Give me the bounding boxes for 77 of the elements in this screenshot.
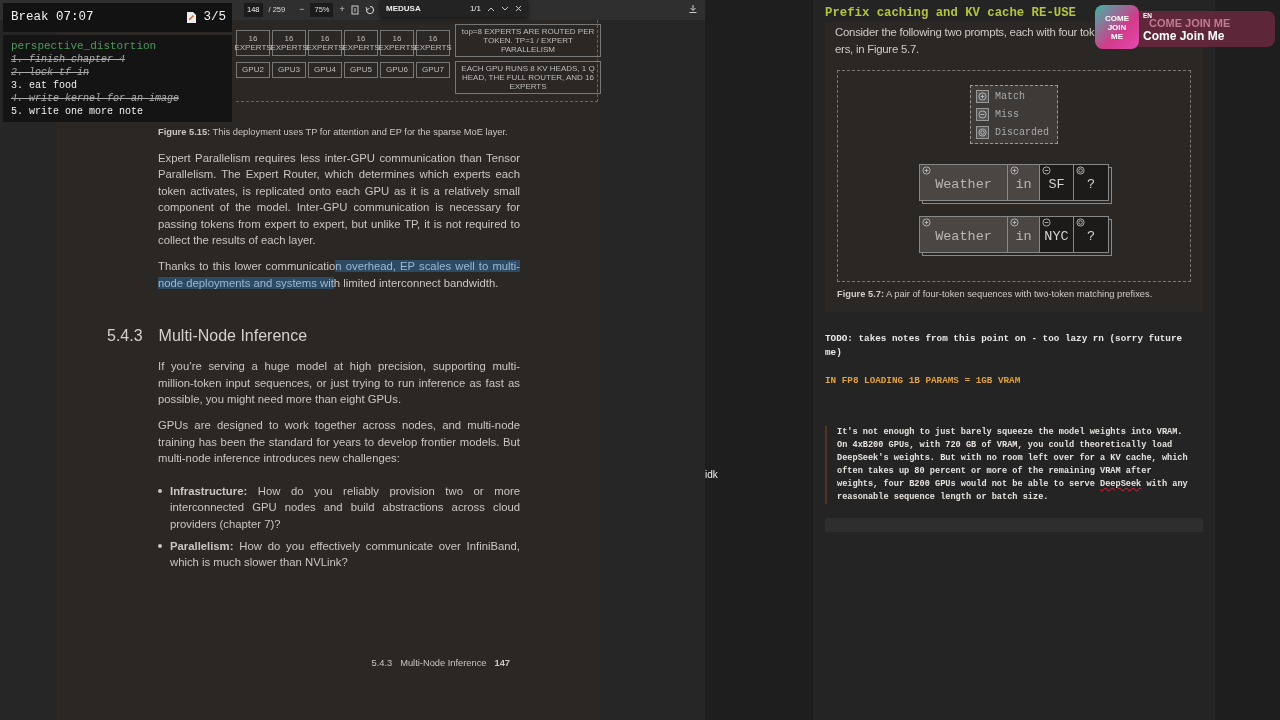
chevron-down-icon[interactable] [501,5,509,12]
quote-text: It's not enough to just barely squeeze the model weights into VRAM. On 4xB200 GPUs, with 720 GB of VRAM, you could theoretically load DeepSeek's weights. But with no room left over for a KV cache, which often takes up 80 percent or more of the remaining VRAM after weights, four B200 GPUs would not be able to serve DeepSeek with any reasonable sequence length or batch size. [825,426,1197,505]
app-icon: COME JOIN ME [1095,5,1139,49]
match-count: 1/1 [469,2,481,15]
double-circle-icon [1076,218,1085,228]
highlighted-note: IN FP8 LOADING 1B PARAMS = 1GB VRAM [825,374,1022,389]
token-text: Weather [935,227,992,246]
token-text: in [1015,175,1032,194]
circle-plus-icon [1010,218,1019,228]
circle-plus-icon [922,166,931,176]
banner-title: Come Join Me [1143,29,1226,43]
circle-plus-icon [1010,166,1019,176]
expert-box: 16 EXPERTS [416,30,450,56]
circle-minus-icon [1042,218,1051,228]
todo-item: 3. eat food [11,79,78,92]
legend-label: Miss [995,108,1019,123]
expert-box: 16 EXPERTS [308,30,342,56]
gpu-box: GPU2 [236,62,270,78]
token-text: in [1015,227,1032,246]
legend-label: Discarded [995,126,1049,141]
figure-caption: Figure 5.15: This deployment uses TP for attention and EP for the sparse MoE layer. [158,126,509,138]
banner-background-text: COME JOIN ME [1149,18,1232,29]
circle-minus-icon [1042,166,1051,176]
gpu-box: GPU4 [308,62,342,78]
double-circle-icon [1076,166,1085,176]
notes-heading: Prefix caching and KV cache RE-USE [825,5,1076,22]
document-icon [186,11,198,24]
todo-item: 5. write one more note [11,105,145,118]
close-icon[interactable] [515,5,522,12]
section-title: Multi-Node Inference [158,326,308,347]
body-paragraph: Thanks to this lower communication overhead, EP scales well to multi-node deployments and systems with limited interconnect bandwidth. [158,259,520,291]
timer-label: Break 07:07 [11,9,94,27]
section-number: 5.4.3 [107,326,143,347]
body-paragraph: Expert Parallelism requires less inter-GPU communication than Tensor Parallelism. The Expert Router, which determines which experts each token activates, is replicated onto each GPU as it is a relatively small component of the model. Inter-GPU communication is necessary for passing tokens from expert to expert, but unlike TP, it is not required to collect the results of each layer. [158,151,520,249]
fit-page-icon[interactable] [350,5,359,15]
gpu-box: GPU7 [416,62,450,78]
token-text: ? [1086,175,1096,194]
token-text: ? [1086,227,1096,246]
gpu-box: GPU6 [380,62,414,78]
excerpt-text: ers, in Figure 5.7. [835,42,919,58]
search-query[interactable]: MEDUSA [386,2,421,15]
legend-label: Match [995,90,1025,105]
body-paragraph: GPUs are designed to work together across nodes, and multi-node training has been the standard for years to develop frontier models. But multi-node inference introduces new challenges: [158,418,520,467]
note-text: TODO: takes notes from this point on - too lazy rn (sorry future me) [825,332,1184,361]
bullet-text: Infrastructure: How do you reliably provision two or more interconnected GPU nodes and build abstractions across cloud providers (chapter 7)? [170,483,520,532]
bullet-text: Parallelism: How do you effectively communicate over InfiniBand, which is much slower than NVLink? [170,538,520,571]
token-text: Weather [935,175,992,194]
diagram-note: top=8 EXPERTS ARE ROUTED PER TOKEN. TP=1 / EXPERT PARALLELISM [455,24,601,57]
figure-caption: Figure 5.7: A pair of four-token sequences with two-token matching prefixes. [837,288,1154,302]
bullet-dot [158,488,162,493]
todo-item: 4. write kernel for an image [11,92,181,105]
session-count: 3/5 [203,9,226,27]
page-number: 147 [494,656,510,670]
todo-title: perspective_distortion [11,40,158,53]
diagram-note: EACH GPU RUNS 8 KV HEADS, 1 Q HEAD, THE FULL ROUTER, AND 16 EXPERTS [455,61,601,94]
chevron-up-icon[interactable] [487,5,495,12]
note-text: idk [705,469,718,480]
gpu-box: GPU5 [344,62,378,78]
todo-item: 2. lock tf in [11,66,90,79]
todo-item: 1. finish chapter 4 [11,53,127,66]
gpu-box: GPU3 [272,62,306,78]
zoom-out-button[interactable]: − [299,3,305,17]
footer-section-number: 5.4.3 [371,656,393,670]
token-text: NYC [1044,227,1069,246]
body-paragraph: If you’re serving a huge model at high precision, supporting multi-million-token input sequences, or just trying to run inference as fast as possible, you might need more than eight GPUs. [158,359,520,408]
expert-box: 16 EXPERTS [344,30,378,56]
bullet-dot [158,543,162,548]
token-text: SF [1048,175,1065,194]
rotate-icon[interactable] [364,5,375,15]
expert-box: 16 EXPERTS [236,30,270,56]
expert-box: 16 EXPERTS [272,30,306,56]
zoom-in-button[interactable]: + [339,3,345,17]
expert-box: 16 EXPERTS [380,30,414,56]
download-icon[interactable] [689,5,697,13]
excerpt-text: Consider the following two prompts, each with four tok [835,25,1095,41]
footer-section-title: Multi-Node Inference [400,656,487,670]
circle-plus-icon [922,218,931,228]
